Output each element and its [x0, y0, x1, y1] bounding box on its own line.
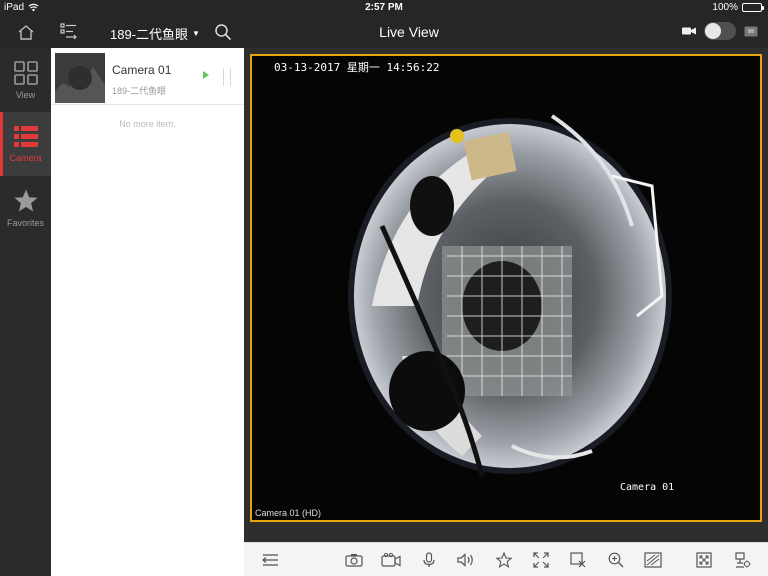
- camera-thumbnail: [55, 53, 105, 103]
- capture-button[interactable]: [344, 551, 364, 569]
- audio-button[interactable]: [456, 551, 476, 569]
- nav-item-favorites[interactable]: Favorites: [0, 176, 51, 240]
- left-nav: View Camera Favorites: [0, 48, 51, 576]
- screen-icon[interactable]: [744, 26, 758, 37]
- search-button[interactable]: [214, 23, 232, 41]
- nav-item-label: View: [15, 90, 36, 100]
- nav-item-label: Camera: [9, 153, 42, 163]
- device-list-button[interactable]: [60, 22, 80, 42]
- nav-item-label: Favorites: [6, 218, 44, 228]
- fullscreen-button[interactable]: [531, 551, 551, 569]
- top-header: 189-二代鱼眼 ▼ Live View: [0, 16, 768, 48]
- fisheye-icon: [644, 552, 662, 568]
- camera-list-icon: [13, 125, 39, 149]
- expand-icon: [533, 552, 549, 568]
- zoom-button[interactable]: [606, 551, 626, 569]
- camera-list-panel: Camera 01 189-二代鱼眼 No more item.: [51, 48, 244, 576]
- status-bar: iPad 2:57 PM 100%: [0, 0, 768, 16]
- collapse-button[interactable]: [260, 551, 280, 569]
- camera-name: Camera 01: [112, 63, 172, 77]
- zoom-in-icon: [608, 552, 624, 568]
- list-sort-icon: [60, 22, 80, 40]
- nav-item-camera[interactable]: Camera: [0, 112, 51, 176]
- osd-timestamp: 03-13-2017 星期一 14:56:22: [274, 61, 440, 74]
- collapse-icon: [261, 553, 279, 567]
- ptz-button[interactable]: [694, 551, 714, 569]
- talk-button[interactable]: [419, 551, 439, 569]
- video-window[interactable]: 03-13-2017 星期一 14:56:22 Camera 01 Camera…: [250, 54, 762, 522]
- fisheye-video-image: [252, 56, 760, 520]
- battery-icon: [742, 3, 764, 12]
- camera-settings-button[interactable]: [732, 551, 752, 569]
- speaker-icon: [457, 553, 475, 567]
- play-icon[interactable]: [203, 71, 209, 79]
- osd-camera-name: Camera 01: [620, 482, 675, 493]
- video-window-label: Camera 01 (HD): [255, 508, 322, 518]
- nav-item-view[interactable]: View: [0, 48, 51, 112]
- star-icon: [13, 188, 39, 214]
- video-record-icon: [381, 553, 401, 567]
- window-close-icon: [570, 552, 586, 568]
- caret-down-icon: ▼: [192, 29, 200, 38]
- home-button[interactable]: [0, 16, 51, 48]
- live-view-toolbar: [244, 542, 768, 576]
- frame-icon: [696, 552, 712, 568]
- page-title: Live View: [379, 24, 439, 40]
- favorite-button[interactable]: [494, 551, 514, 569]
- mode-toggle[interactable]: [704, 22, 736, 40]
- camera-settings-icon: [733, 551, 751, 569]
- clock: 2:57 PM: [365, 2, 403, 13]
- battery-percent: 100%: [712, 2, 738, 13]
- device-selector-label: 189-二代鱼眼: [110, 27, 189, 42]
- microphone-icon: [422, 552, 436, 568]
- camera-icon: [345, 553, 363, 567]
- star-outline-icon: [496, 552, 512, 568]
- close-window-button[interactable]: [568, 551, 588, 569]
- grid-icon: [13, 60, 39, 86]
- camera-list-item[interactable]: Camera 01 189-二代鱼眼: [51, 48, 244, 105]
- video-area: 03-13-2017 星期一 14:56:22 Camera 01 Camera…: [244, 48, 768, 542]
- fisheye-mode-button[interactable]: [643, 551, 663, 569]
- list-end-text: No more item.: [119, 119, 176, 129]
- record-button[interactable]: [381, 551, 401, 569]
- device-selector[interactable]: 189-二代鱼眼 ▼: [110, 24, 200, 43]
- search-icon: [214, 23, 232, 41]
- video-camera-icon: [682, 26, 696, 36]
- camera-device: 189-二代鱼眼: [112, 86, 167, 96]
- drag-handle-icon[interactable]: [223, 68, 231, 86]
- home-icon: [17, 24, 35, 40]
